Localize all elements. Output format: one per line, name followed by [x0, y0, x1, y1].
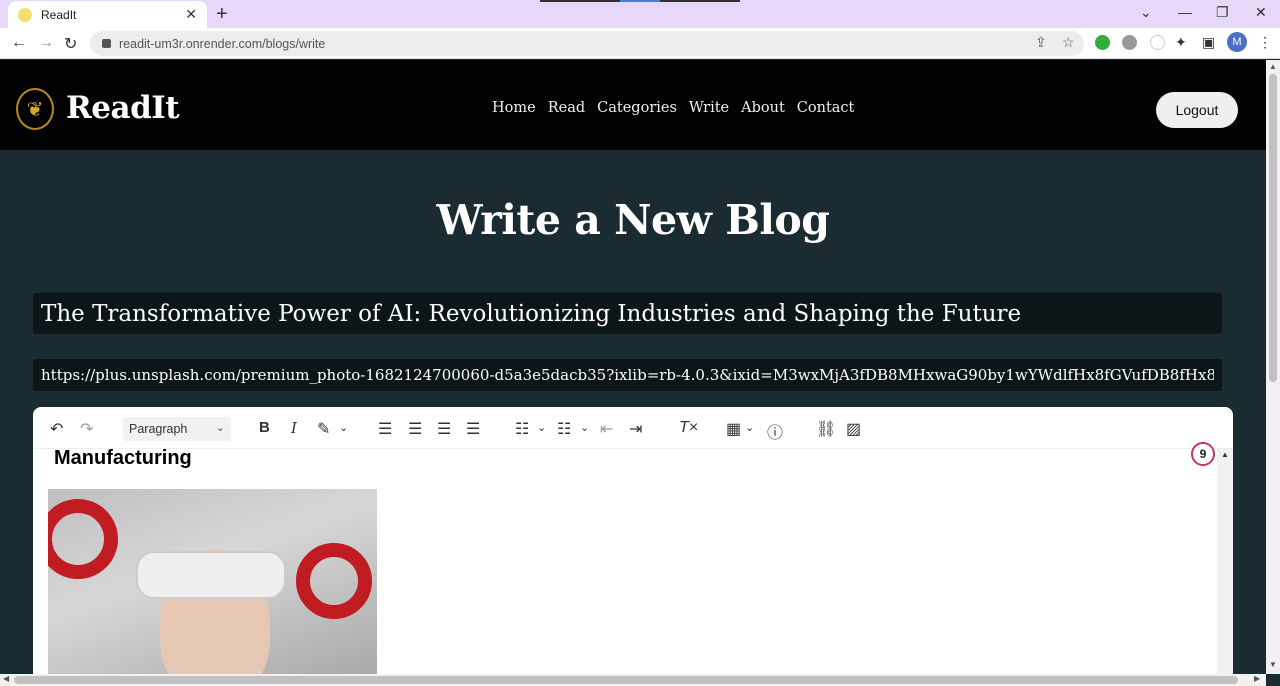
main-nav: Home Read Categories Write About Contact	[486, 100, 860, 116]
image-icon[interactable]: ▨	[846, 419, 861, 439]
content-heading[interactable]: Manufacturing	[54, 447, 192, 470]
bookmark-star-icon[interactable]: ☆	[1062, 34, 1075, 51]
scroll-up-icon[interactable]: ▲	[1221, 450, 1229, 459]
highlight-icon[interactable]: ✎	[317, 419, 330, 439]
logout-button[interactable]: Logout	[1156, 92, 1238, 128]
url-text: readit-um3r.onrender.com/blogs/write	[119, 36, 326, 51]
redo-icon[interactable]: ↷	[80, 419, 93, 439]
forward-icon[interactable]: →	[38, 34, 54, 52]
numbered-list-chevron-icon[interactable]: ⌄	[580, 421, 589, 434]
link-icon[interactable]: ⛓	[816, 419, 836, 439]
scroll-left-arrow-icon[interactable]: ◀	[3, 674, 9, 683]
address-bar[interactable]: readit-um3r.onrender.com/blogs/write	[90, 31, 1084, 56]
photo-controller-right	[296, 543, 372, 619]
align-justify-icon[interactable]: ☰	[466, 419, 480, 439]
bold-icon[interactable]: B	[259, 419, 270, 436]
scroll-down-arrow-icon[interactable]: ▼	[1269, 660, 1277, 669]
page-horizontal-scrollbar[interactable]: ◀ ▶	[0, 674, 1266, 686]
extensions-puzzle-icon[interactable]: ✦	[1175, 34, 1187, 51]
logo-text[interactable]: ReadIt	[66, 90, 180, 126]
menu-dots-icon[interactable]: ⋮	[1258, 34, 1272, 51]
numbered-list-icon[interactable]: ☷	[557, 419, 571, 439]
browser-tabbar: ReadIt ✕ + ⌄ — ❐ ✕	[0, 0, 1280, 28]
horizontal-scroll-thumb[interactable]	[14, 676, 1238, 684]
tab-search-icon[interactable]: ⌄	[1140, 4, 1152, 21]
nav-about[interactable]: About	[741, 100, 785, 116]
rich-text-editor: ↶ ↷ Paragraph ⌄ B I ✎ ⌄ ☰ ☰ ☰ ☰ ☷ ⌄ ☷ ⌄ …	[33, 407, 1233, 686]
editor-scrollbar[interactable]: ▲	[1217, 449, 1233, 686]
nav-home[interactable]: Home	[492, 100, 536, 116]
table-icon[interactable]: ▦	[726, 419, 741, 439]
align-center-icon[interactable]: ☰	[408, 419, 422, 439]
chevron-down-icon: ⌄	[215, 422, 225, 434]
share-icon[interactable]: ⇪	[1035, 34, 1047, 51]
clear-format-icon[interactable]: T×	[679, 419, 698, 437]
tab-title: ReadIt	[41, 7, 77, 22]
page-vertical-scrollbar[interactable]: ▲ ▼	[1266, 60, 1280, 674]
block-format-select[interactable]: Paragraph ⌄	[123, 417, 231, 441]
undo-icon[interactable]: ↶	[50, 419, 63, 439]
browser-tab[interactable]: ReadIt ✕	[8, 1, 207, 28]
notification-badge[interactable]: 9	[1191, 442, 1215, 466]
editor-toolbar: ↶ ↷ Paragraph ⌄ B I ✎ ⌄ ☰ ☰ ☰ ☰ ☷ ⌄ ☷ ⌄ …	[33, 407, 1233, 449]
new-tab-button[interactable]: +	[216, 3, 228, 26]
top-strip	[540, 0, 740, 2]
scroll-right-arrow-icon[interactable]: ▶	[1254, 674, 1260, 683]
page-title: Write a New Blog	[436, 196, 830, 244]
vertical-scroll-thumb[interactable]	[1269, 74, 1277, 382]
tab-close-icon[interactable]: ✕	[185, 6, 197, 23]
extension-bug-icon[interactable]	[1122, 35, 1137, 50]
block-format-value: Paragraph	[129, 422, 188, 436]
vr-photo[interactable]	[48, 489, 377, 686]
favicon-icon	[18, 7, 32, 22]
browser-toolbar: ← → ↻ readit-um3r.onrender.com/blogs/wri…	[0, 28, 1280, 59]
photo-controller-left	[48, 499, 118, 579]
table-chevron-icon[interactable]: ⌄	[745, 421, 754, 434]
image-url-input[interactable]	[33, 359, 1222, 391]
bullet-list-chevron-icon[interactable]: ⌄	[537, 421, 546, 434]
nav-write[interactable]: Write	[689, 100, 729, 116]
maximize-icon[interactable]: ❐	[1216, 4, 1229, 21]
outdent-icon[interactable]: ⇤	[600, 419, 613, 439]
indent-icon[interactable]: ⇥	[629, 419, 642, 439]
italic-icon[interactable]: I	[291, 419, 297, 437]
help-icon[interactable]: ⓘ	[767, 419, 783, 443]
back-icon[interactable]: ←	[11, 34, 27, 52]
align-left-icon[interactable]: ☰	[378, 419, 392, 439]
highlight-chevron-icon[interactable]: ⌄	[339, 421, 348, 434]
nav-contact[interactable]: Contact	[797, 100, 855, 116]
logo-feather-icon[interactable]: ❦	[16, 88, 54, 130]
bullet-list-icon[interactable]: ☷	[515, 419, 529, 439]
reload-icon[interactable]: ↻	[64, 34, 77, 54]
extension-b-icon[interactable]	[1150, 35, 1165, 50]
nav-read[interactable]: Read	[548, 100, 585, 116]
profile-avatar[interactable]: M	[1227, 32, 1247, 52]
minimize-icon[interactable]: —	[1178, 4, 1192, 20]
align-right-icon[interactable]: ☰	[437, 419, 451, 439]
nav-categories[interactable]: Categories	[597, 100, 677, 116]
extension-green-icon[interactable]	[1095, 35, 1110, 50]
site-header: ❦ ReadIt Home Read Categories Write Abou…	[0, 60, 1266, 150]
photo-vr-headset	[136, 551, 286, 599]
close-window-icon[interactable]: ✕	[1255, 4, 1267, 21]
side-panel-icon[interactable]: ▣	[1202, 34, 1215, 51]
lock-icon	[102, 39, 111, 48]
scroll-up-arrow-icon[interactable]: ▲	[1269, 62, 1277, 71]
blog-title-input[interactable]	[33, 293, 1222, 334]
